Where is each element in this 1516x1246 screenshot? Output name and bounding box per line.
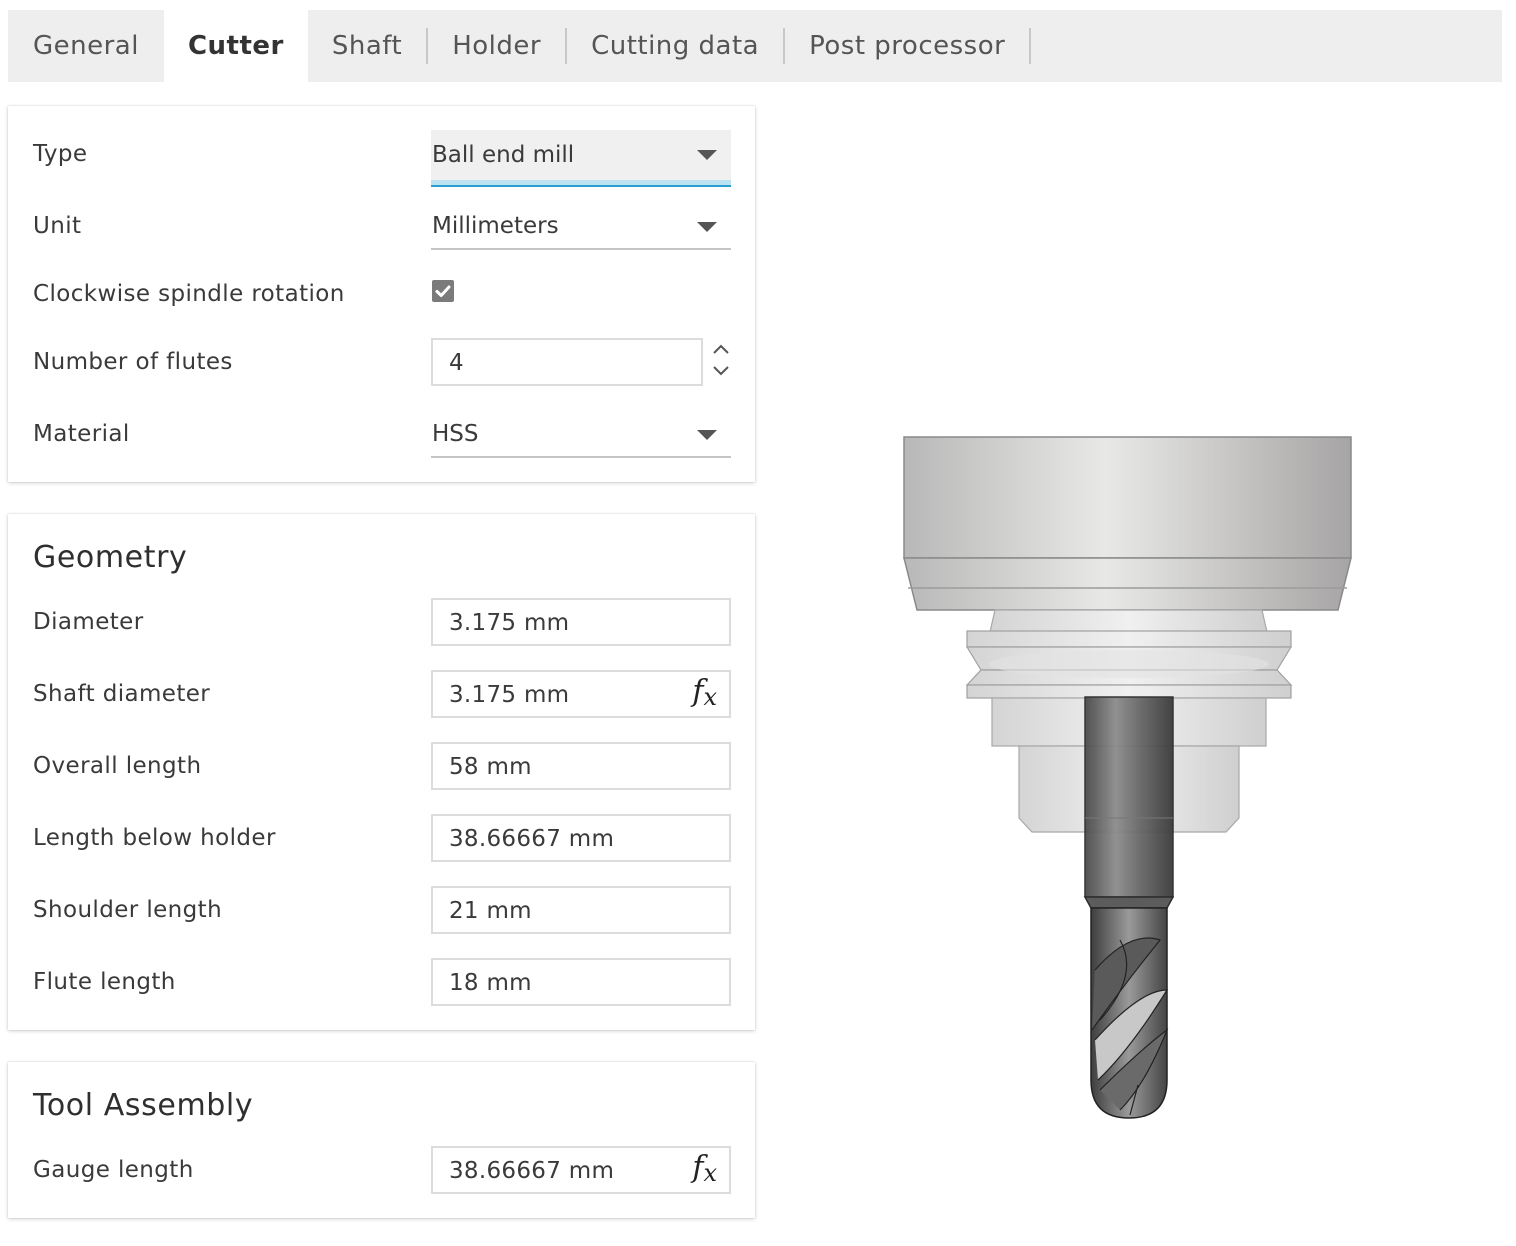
overall-length-row: Overall length 58 mm xyxy=(8,742,755,790)
tab-post-processor[interactable]: Post processor xyxy=(785,10,1029,82)
gauge-length-row: Gauge length 38.66667 mm fx xyxy=(8,1146,755,1194)
clockwise-row: Clockwise spindle rotation xyxy=(8,270,755,318)
tab-cutter[interactable]: Cutter xyxy=(163,10,308,82)
type-row: Type Ball end mill xyxy=(8,130,755,187)
overall-length-input[interactable]: 58 mm xyxy=(431,742,731,790)
tool-assembly-title: Tool Assembly xyxy=(33,1088,254,1123)
length-below-holder-value: 38.66667 mm xyxy=(449,826,615,852)
flute-length-value: 18 mm xyxy=(449,970,532,996)
flute-length-row: Flute length 18 mm xyxy=(8,958,755,1006)
chevron-up-icon[interactable] xyxy=(711,340,731,360)
shoulder-length-value: 21 mm xyxy=(449,898,532,924)
type-label: Type xyxy=(33,141,88,167)
tab-general[interactable]: General xyxy=(8,10,164,82)
gauge-length-input[interactable]: 38.66667 mm fx xyxy=(431,1146,731,1194)
unit-select-value: Millimeters xyxy=(432,213,559,239)
gauge-length-label: Gauge length xyxy=(33,1157,194,1183)
flutes-row: Number of flutes 4 xyxy=(8,338,755,386)
flute-length-input[interactable]: 18 mm xyxy=(431,958,731,1006)
tab-cutting-data[interactable]: Cutting data xyxy=(567,10,783,82)
shoulder-length-label: Shoulder length xyxy=(33,897,223,923)
tab-holder[interactable]: Holder xyxy=(428,10,565,82)
material-label: Material xyxy=(33,421,130,447)
shaft-diameter-label: Shaft diameter xyxy=(33,681,211,707)
overall-length-label: Overall length xyxy=(33,753,202,779)
dropdown-caret-icon xyxy=(697,222,717,232)
flute-length-label: Flute length xyxy=(33,969,176,995)
flutes-label: Number of flutes xyxy=(33,349,233,375)
tab-bar: General Cutter Shaft Holder Cutting data… xyxy=(8,10,1502,82)
unit-select[interactable]: Millimeters xyxy=(431,202,731,250)
type-select[interactable]: Ball end mill xyxy=(431,130,731,187)
tab-divider xyxy=(1029,28,1032,64)
clockwise-label: Clockwise spindle rotation xyxy=(33,281,345,307)
tab-shaft[interactable]: Shaft xyxy=(308,10,426,82)
tool-preview xyxy=(880,420,1380,1140)
shaft-diameter-row: Shaft diameter 3.175 mm fx xyxy=(8,670,755,718)
tool-assembly-panel: Tool Assembly Gauge length 38.66667 mm f… xyxy=(8,1062,755,1218)
fx-expression-icon[interactable]: fx xyxy=(692,1150,717,1187)
flutes-input-value: 4 xyxy=(449,350,464,376)
type-select-value: Ball end mill xyxy=(432,142,575,168)
diameter-row: Diameter 3.175 mm xyxy=(8,598,755,646)
gauge-length-value: 38.66667 mm xyxy=(449,1158,615,1184)
diameter-value: 3.175 mm xyxy=(449,610,570,636)
geometry-title: Geometry xyxy=(33,540,188,575)
shaft-diameter-input[interactable]: 3.175 mm fx xyxy=(431,670,731,718)
geometry-panel: Geometry Diameter 3.175 mm Shaft diamete… xyxy=(8,514,755,1030)
length-below-holder-label: Length below holder xyxy=(33,825,276,851)
material-select-value: HSS xyxy=(432,421,479,447)
diameter-input[interactable]: 3.175 mm xyxy=(431,598,731,646)
length-below-holder-input[interactable]: 38.66667 mm xyxy=(431,814,731,862)
unit-label: Unit xyxy=(33,213,82,239)
fx-expression-icon[interactable]: fx xyxy=(692,674,717,711)
shoulder-length-row: Shoulder length 21 mm xyxy=(8,886,755,934)
tool-preview-image xyxy=(903,436,1352,1119)
cutter-panel: Type Ball end mill Unit Millimeters Cloc… xyxy=(8,106,755,482)
chevron-down-icon[interactable] xyxy=(711,360,731,380)
material-select[interactable]: HSS xyxy=(431,410,731,458)
checkmark-icon xyxy=(435,285,451,297)
shoulder-length-input[interactable]: 21 mm xyxy=(431,886,731,934)
clockwise-checkbox[interactable] xyxy=(432,280,454,302)
flutes-input[interactable]: 4 xyxy=(431,338,703,386)
diameter-label: Diameter xyxy=(33,609,144,635)
overall-length-value: 58 mm xyxy=(449,754,532,780)
material-row: Material HSS xyxy=(8,410,755,458)
flutes-stepper[interactable] xyxy=(711,338,731,386)
unit-row: Unit Millimeters xyxy=(8,202,755,250)
dropdown-caret-icon xyxy=(697,430,717,440)
shaft-diameter-value: 3.175 mm xyxy=(449,682,570,708)
dropdown-caret-icon xyxy=(697,150,717,160)
length-below-holder-row: Length below holder 38.66667 mm xyxy=(8,814,755,862)
